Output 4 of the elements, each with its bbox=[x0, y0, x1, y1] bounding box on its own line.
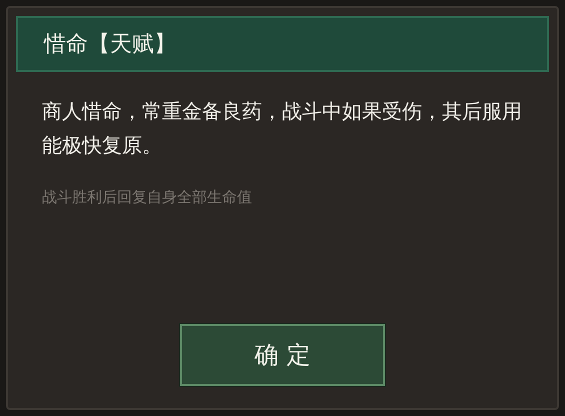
talent-description: 商人惜命，常重金备良药，战斗中如果受伤，其后服用能极快复原。 bbox=[42, 98, 523, 159]
confirm-button[interactable]: 确 定 bbox=[180, 324, 385, 386]
dialog-title: 惜命【天赋】 bbox=[44, 30, 176, 58]
talent-effect: 战斗胜利后回复自身全部生命值 bbox=[42, 187, 253, 208]
